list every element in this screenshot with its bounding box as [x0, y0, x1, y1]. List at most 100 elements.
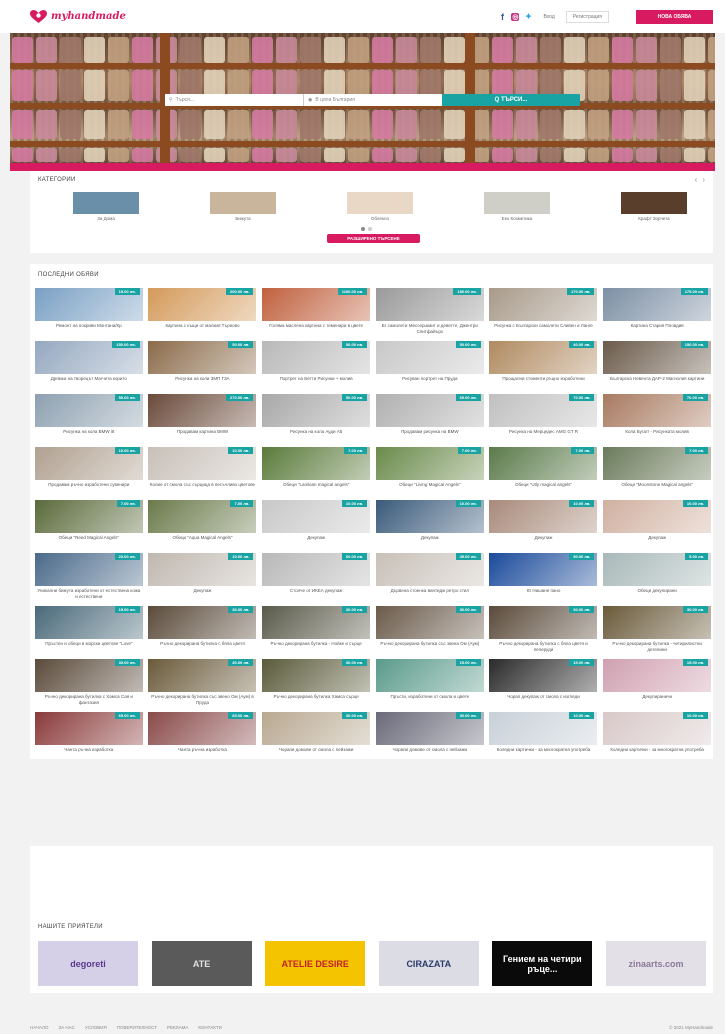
listing-thumbnail[interactable]: 180.00 лв.	[375, 288, 484, 321]
carousel-dot[interactable]	[368, 227, 372, 231]
twitter-icon[interactable]: ✦	[524, 12, 533, 21]
listing-title[interactable]: Пръсти, изработени от смола и цвете	[375, 694, 485, 705]
listing-thumbnail[interactable]: 10.00 лв.	[489, 712, 598, 745]
listing-title[interactable]: Картина с къщи от малкия Търново	[148, 323, 258, 334]
listing-card[interactable]: 30.00 лв. Ръчно декорирана бутилка с бяла…	[489, 606, 599, 658]
listing-card[interactable]: 15.00 лв. Чорап декупаж от смола с изглед…	[489, 659, 599, 711]
listing-card[interactable]: 7.00 лв. Обеци "Utly magical angels"	[489, 447, 599, 499]
category-item[interactable]: Облекло	[344, 192, 416, 221]
listing-card[interactable]: 150.00 лв. Дрямка на творецът Магчета кор…	[34, 341, 144, 393]
listing-card[interactable]: 1100.00 лв. Голяма маслена картина с теме…	[261, 288, 371, 340]
partner-logo[interactable]: Гением на четири ръце...	[492, 941, 593, 986]
listing-card[interactable]: 15.00 лв. Пръсти, изработени от смола и ц…	[375, 659, 485, 711]
search-input[interactable]: ⚲ Търся...	[165, 94, 303, 106]
listing-title[interactable]: Дрямка на творецът Магчета корито	[34, 376, 144, 387]
listing-title[interactable]: Обеци "Moonstone Magical angels"	[602, 482, 712, 493]
listing-thumbnail[interactable]: 50.00 лв.	[262, 341, 371, 374]
listing-title[interactable]: Ремонт на покриви Монтана/Кр	[34, 323, 144, 334]
listing-thumbnail[interactable]: 15.00 лв.	[489, 659, 598, 692]
partner-logo[interactable]: CIRAZATA	[378, 941, 479, 986]
listing-title[interactable]: Рисунка с Български самолети Сливен и Ла…	[489, 323, 599, 334]
listing-card[interactable]: 30.00 лв. Чорапи домове от смола с пейзаж…	[261, 712, 371, 764]
listing-card[interactable]: 10.00 лв. Декупаж	[375, 500, 485, 552]
listing-thumbnail[interactable]: 70.00 лв.	[603, 394, 712, 427]
listing-title[interactable]: Ръчно декорирана бутилка Хамса сърце	[261, 694, 371, 705]
listing-title[interactable]: Ръчно декорирана бутилка - Нойке и сърце	[261, 641, 371, 652]
listing-title[interactable]: Обеци "Aqua Magical Angels"	[148, 535, 258, 546]
listing-thumbnail[interactable]: 7.00 лв.	[489, 447, 598, 480]
register-link[interactable]: Регистрация	[565, 10, 609, 23]
location-select[interactable]: ◉ В цяла България	[303, 94, 442, 106]
listing-title[interactable]: Уникални бижута изработени от естествена…	[34, 588, 144, 599]
listing-card[interactable]: 7.00 лв. Обеци "Lamkian magical angels"	[261, 447, 371, 499]
listing-card[interactable]: 30.00 лв. Ръчно декорирана бутилка - чети…	[602, 606, 712, 658]
listing-card[interactable]: 50.00 лв. Рисуван портрет на Пруда	[375, 341, 485, 393]
listing-thumbnail[interactable]: 30.00 лв.	[262, 659, 371, 692]
listing-title[interactable]: Рисунка на кола Ауди А5	[261, 429, 371, 440]
listing-card[interactable]: 10.00 лв. Колие от смола със сърцица в пе…	[148, 447, 258, 499]
partner-logo[interactable]: degoreti	[38, 941, 138, 986]
chevron-left-icon[interactable]: ‹	[695, 175, 698, 184]
listing-card[interactable]: 30.00 лв. Ръчно декорирана бутилка - Нойк…	[261, 606, 371, 658]
listing-card[interactable]: 170.00 лв. Рисунка с Български самолети С…	[489, 288, 599, 340]
partner-logo[interactable]: zinaarts.com	[605, 941, 706, 986]
listing-card[interactable]: 50.00 лв. Ю Нишане пано	[489, 553, 599, 605]
category-item[interactable]: Бижута	[207, 192, 279, 221]
listing-card[interactable]: 65.00 лв. Чанта ръчна изработка	[148, 712, 258, 764]
listing-thumbnail[interactable]: 7.00 лв.	[603, 447, 712, 480]
listing-title[interactable]: Рисунка на кола BMW i8	[34, 429, 144, 440]
new-ad-button[interactable]: НОВА ОБЯВА	[636, 9, 713, 24]
listing-title[interactable]: Чорапи домове от смола с пейзажи	[375, 747, 485, 758]
listing-thumbnail[interactable]: 30.00 лв.	[489, 606, 598, 639]
listing-card[interactable]: 30.00 лв. Ръчно декорирана бутилка с Хамс…	[34, 659, 144, 711]
listing-thumbnail[interactable]: 30.00 лв.	[375, 606, 484, 639]
listing-title[interactable]: Обеци "Lamkian magical angels"	[261, 482, 371, 493]
chevron-right-icon[interactable]: ›	[702, 175, 705, 184]
listing-title[interactable]: Декупаж	[489, 535, 599, 546]
listing-title[interactable]: Портрет на Бетти Рисунки + молив	[261, 376, 371, 387]
footer-link[interactable]: РЕКЛАМА	[167, 1025, 188, 1030]
footer-link[interactable]: НАЧАЛО	[30, 1025, 48, 1030]
listing-card[interactable]: 15.00 лв. Декупираничи	[602, 659, 712, 711]
listing-thumbnail[interactable]: 15.00 лв.	[603, 659, 712, 692]
listing-title[interactable]: Ръчно декорирана бутилка с бяла цветя и …	[489, 641, 599, 652]
footer-link[interactable]: ПОВЕРИТЕЛНОСТ	[117, 1025, 157, 1030]
listing-thumbnail[interactable]: 170.00 лв.	[489, 288, 598, 321]
listing-thumbnail[interactable]: 65.00 лв.	[34, 712, 143, 745]
listing-thumbnail[interactable]: 30.00 лв.	[34, 659, 143, 692]
listing-thumbnail[interactable]: 60.00 лв.	[262, 553, 371, 586]
listing-card[interactable]: 10.00 лв. Коледни картички - за многократ…	[602, 712, 712, 764]
listing-card[interactable]: 40.00 лв. Прощални стоменти ръцно изработ…	[489, 341, 599, 393]
listing-thumbnail[interactable]: 10.00 лв.	[148, 553, 257, 586]
listing-title[interactable]: Декупираничи	[602, 694, 712, 705]
listing-thumbnail[interactable]: 40.00 лв.	[489, 341, 598, 374]
listing-thumbnail[interactable]: 10.00 лв.	[489, 500, 598, 533]
listing-card[interactable]: 50.00 лв. Рисунка на кола BMW i8	[34, 394, 144, 446]
footer-link[interactable]: ЗА НАС	[58, 1025, 74, 1030]
listing-thumbnail[interactable]: 15.00 лв.	[34, 288, 143, 321]
listing-title[interactable]: Декупаж	[602, 535, 712, 546]
listing-title[interactable]: Ръчно декорирана бутилка със звено Ом (А…	[148, 694, 258, 705]
listing-title[interactable]: Чанта ръчна изработка	[148, 747, 258, 758]
listing-thumbnail[interactable]: 70.00 лв.	[489, 394, 598, 427]
listing-thumbnail[interactable]: 20.00 лв.	[34, 553, 143, 586]
listing-card[interactable]: 10.00 лв. Декупаж	[261, 500, 371, 552]
listing-card[interactable]: 50.00 лв. Рисунка на кола Ауди А5	[261, 394, 371, 446]
category-item[interactable]: Екo Козметика	[481, 192, 553, 221]
listing-title[interactable]: Рисунка на Мерцедес AMG GT R	[489, 429, 599, 440]
listing-card[interactable]: 10.00 лв. Декупаж	[148, 553, 258, 605]
listing-thumbnail[interactable]: 7.00 лв.	[148, 500, 257, 533]
listing-thumbnail[interactable]: 175.00 лв.	[603, 288, 712, 321]
footer-link[interactable]: УСЛОВИЯ	[85, 1025, 107, 1030]
listing-card[interactable]: 15.00 лв. Ремонт на покриви Монтана/Кр	[34, 288, 144, 340]
listing-thumbnail[interactable]: 7.00 лв.	[375, 447, 484, 480]
advanced-search-button[interactable]: РАЗШИРЕНО ТЪРСЕНЕ	[327, 234, 420, 243]
listing-thumbnail[interactable]: 10.00 лв.	[262, 500, 371, 533]
listing-card[interactable]: 7.00 лв. Обеци "Aqua Magical Angels"	[148, 500, 258, 552]
listing-thumbnail[interactable]: 15.00 лв.	[34, 606, 143, 639]
listing-card[interactable]: 50.00 лв. Портрет на Бетти Рисунки + моли…	[261, 341, 371, 393]
listing-card[interactable]: 50.00 лв. Рисунка на коли ЗМП ГЗА	[148, 341, 258, 393]
category-item[interactable]: За Дома	[70, 192, 142, 221]
listing-card[interactable]: 65.00 лв. Продавам рисунка на BMW	[375, 394, 485, 446]
listing-card[interactable]: 10.00 лв. Декупаж	[602, 500, 712, 552]
